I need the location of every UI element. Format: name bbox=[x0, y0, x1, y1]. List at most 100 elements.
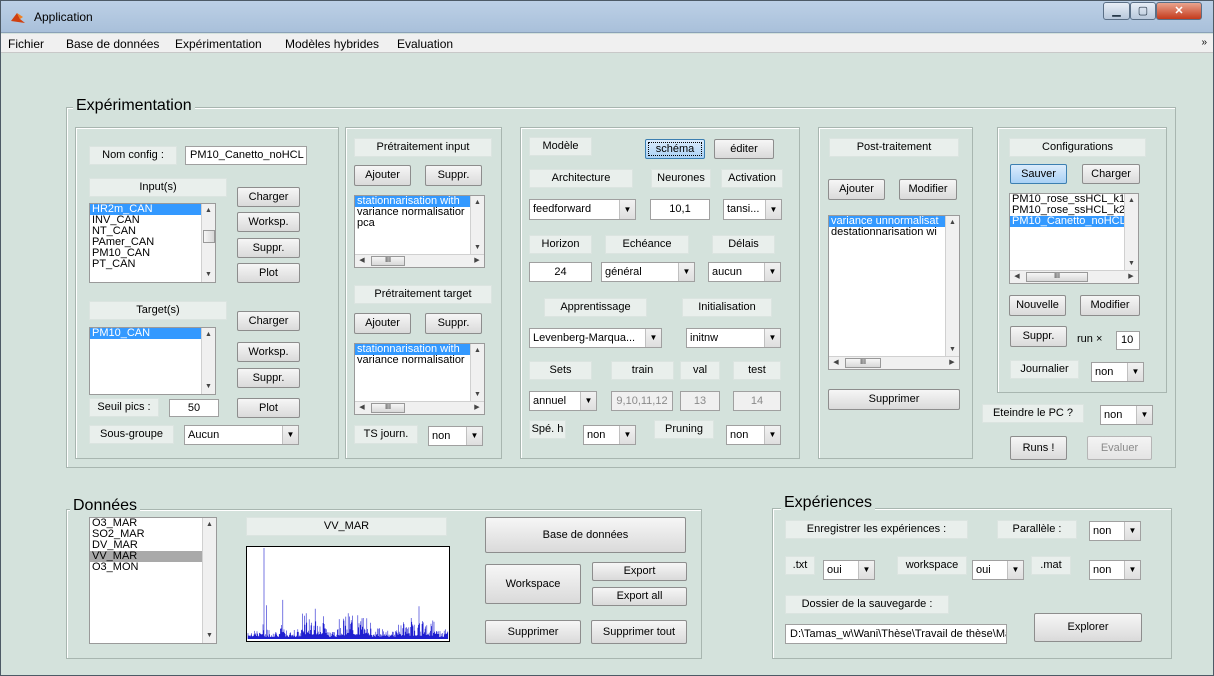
pretraitement-target-listbox[interactable]: stationnarisation with variance normalis… bbox=[354, 343, 485, 415]
scroll-left-icon[interactable]: ◀ bbox=[830, 357, 842, 369]
scroll-down-icon[interactable]: ▼ bbox=[946, 344, 959, 356]
menu-overflow-icon[interactable]: » bbox=[1201, 37, 1207, 48]
pretraitement-input-ajouter-button[interactable]: Ajouter bbox=[354, 165, 411, 186]
scroll-thumb[interactable]: III bbox=[371, 403, 405, 413]
targets-suppr-button[interactable]: Suppr. bbox=[237, 368, 300, 388]
scroll-up-icon[interactable]: ▲ bbox=[946, 217, 959, 229]
val-input[interactable]: 13 bbox=[680, 391, 720, 411]
list-item[interactable]: stationnarisation with bbox=[355, 344, 484, 355]
delais-select[interactable]: aucun ▼ bbox=[708, 262, 781, 282]
parallele-select[interactable]: non ▼ bbox=[1089, 521, 1141, 541]
apprentissage-select[interactable]: Levenberg-Marqua... ▼ bbox=[529, 328, 662, 348]
menu-base-de-donnees[interactable]: Base de données bbox=[66, 37, 159, 51]
inputs-worksp-button[interactable]: Worksp. bbox=[237, 212, 300, 232]
inputs-plot-button[interactable]: Plot bbox=[237, 263, 300, 283]
pretraitement-input-suppr-button[interactable]: Suppr. bbox=[425, 165, 482, 186]
targets-worksp-button[interactable]: Worksp. bbox=[237, 342, 300, 362]
ts-journ-select[interactable]: non ▼ bbox=[428, 426, 483, 446]
scroll-right-icon[interactable]: ▶ bbox=[1125, 271, 1137, 283]
list-item[interactable]: PM10_rose_ssHCL_k1 bbox=[1010, 194, 1138, 205]
scroll-down-icon[interactable]: ▼ bbox=[1125, 258, 1138, 270]
echeance-select[interactable]: général ▼ bbox=[601, 262, 695, 282]
nom-config-input[interactable]: PM10_Canetto_noHCL bbox=[185, 146, 307, 165]
post-ajouter-button[interactable]: Ajouter bbox=[828, 179, 885, 200]
supprimer-tout-button[interactable]: Supprimer tout bbox=[591, 620, 687, 644]
list-item[interactable]: PM10_CAN bbox=[90, 328, 215, 339]
scroll-up-icon[interactable]: ▲ bbox=[471, 345, 484, 357]
scroll-down-icon[interactable]: ▼ bbox=[202, 381, 215, 393]
horizontal-scrollbar[interactable]: ◀ III ▶ bbox=[355, 401, 484, 414]
seuil-pics-input[interactable]: 50 bbox=[169, 399, 219, 417]
vertical-scrollbar[interactable]: ▲ ▼ bbox=[470, 344, 484, 402]
scroll-thumb[interactable] bbox=[203, 230, 215, 243]
configurations-modifier-button[interactable]: Modifier bbox=[1080, 295, 1140, 316]
activation-select[interactable]: tansi... ▼ bbox=[723, 199, 782, 220]
menu-fichier[interactable]: Fichier bbox=[8, 37, 44, 51]
scroll-left-icon[interactable]: ◀ bbox=[356, 402, 368, 414]
schema-button[interactable]: schéma bbox=[645, 139, 705, 159]
maximize-button[interactable]: ▢ bbox=[1130, 2, 1156, 20]
list-item[interactable]: variance unnormalisat bbox=[829, 216, 959, 227]
menu-experimentation[interactable]: Expérimentation bbox=[175, 37, 262, 51]
scroll-thumb[interactable]: III bbox=[371, 256, 405, 266]
horizontal-scrollbar[interactable]: ◀ III ▶ bbox=[355, 254, 484, 267]
list-item[interactable]: stationnarisation with bbox=[355, 196, 484, 207]
scroll-down-icon[interactable]: ▼ bbox=[471, 242, 484, 254]
sauver-button[interactable]: Sauver bbox=[1010, 164, 1067, 184]
list-item[interactable]: pca bbox=[355, 218, 484, 229]
list-item[interactable]: NT_CAN bbox=[90, 226, 215, 237]
scroll-right-icon[interactable]: ▶ bbox=[471, 402, 483, 414]
pruning-select[interactable]: non ▼ bbox=[726, 425, 781, 445]
scroll-left-icon[interactable]: ◀ bbox=[1011, 271, 1023, 283]
scroll-left-icon[interactable]: ◀ bbox=[356, 255, 368, 267]
evaluer-button[interactable]: Evaluer bbox=[1087, 436, 1152, 460]
list-item[interactable]: PM10_rose_ssHCL_k2 bbox=[1010, 205, 1138, 216]
list-item[interactable]: destationnarisation wi bbox=[829, 227, 959, 238]
vertical-scrollbar[interactable]: ▲ ▼ bbox=[1124, 194, 1138, 271]
pretraitement-target-ajouter-button[interactable]: Ajouter bbox=[354, 313, 411, 334]
post-supprimer-button[interactable]: Supprimer bbox=[828, 389, 960, 410]
list-item[interactable]: INV_CAN bbox=[90, 215, 215, 226]
architecture-select[interactable]: feedforward ▼ bbox=[529, 199, 636, 220]
txt-select[interactable]: oui ▼ bbox=[823, 560, 875, 580]
explorer-button[interactable]: Explorer bbox=[1034, 613, 1142, 642]
vertical-scrollbar[interactable]: ▲ ▼ bbox=[470, 196, 484, 255]
configurations-charger-button[interactable]: Charger bbox=[1082, 164, 1140, 184]
list-item[interactable]: VV_MAR bbox=[90, 551, 216, 562]
list-item[interactable]: HR2m_CAN bbox=[90, 204, 215, 215]
mat-select[interactable]: non ▼ bbox=[1089, 560, 1141, 580]
inputs-listbox[interactable]: HR2m_CAN INV_CAN NT_CAN PAmer_CAN PM10_C… bbox=[89, 203, 216, 283]
scroll-thumb[interactable]: III bbox=[845, 358, 881, 368]
export-button[interactable]: Export bbox=[592, 562, 687, 581]
vertical-scrollbar[interactable]: ▲ ▼ bbox=[201, 204, 215, 282]
scroll-up-icon[interactable]: ▲ bbox=[202, 205, 215, 217]
scroll-down-icon[interactable]: ▼ bbox=[471, 389, 484, 401]
editer-button[interactable]: éditer bbox=[714, 139, 774, 159]
configurations-suppr-button[interactable]: Suppr. bbox=[1010, 326, 1067, 347]
vertical-scrollbar[interactable]: ▲ ▼ bbox=[201, 328, 215, 394]
list-item[interactable]: PAmer_CAN bbox=[90, 237, 215, 248]
runs-button[interactable]: Runs ! bbox=[1010, 436, 1067, 460]
workspace-button[interactable]: Workspace bbox=[485, 564, 581, 604]
train-input[interactable]: 9,10,11,12 bbox=[611, 391, 673, 411]
horizontal-scrollbar[interactable]: ◀ III ▶ bbox=[1010, 270, 1138, 283]
menu-modeles-hybrides[interactable]: Modèles hybrides bbox=[285, 37, 379, 51]
horizon-input[interactable]: 24 bbox=[529, 262, 592, 282]
list-item[interactable]: PM10_Canetto_noHCL bbox=[1010, 216, 1138, 227]
list-item[interactable]: variance normalisatior bbox=[355, 207, 484, 218]
scroll-right-icon[interactable]: ▶ bbox=[471, 255, 483, 267]
run-count-input[interactable]: 10 bbox=[1116, 331, 1140, 350]
scroll-up-icon[interactable]: ▲ bbox=[203, 519, 216, 531]
spe-h-select[interactable]: non ▼ bbox=[583, 425, 636, 445]
minimize-button[interactable]: ▁ bbox=[1103, 2, 1130, 20]
vertical-scrollbar[interactable]: ▲ ▼ bbox=[202, 518, 216, 643]
list-item[interactable]: PM10_CAN bbox=[90, 248, 215, 259]
scroll-down-icon[interactable]: ▼ bbox=[203, 630, 216, 642]
inputs-suppr-button[interactable]: Suppr. bbox=[237, 238, 300, 258]
post-traitement-listbox[interactable]: variance unnormalisat destationnarisatio… bbox=[828, 215, 960, 370]
list-item[interactable]: PT_CAN bbox=[90, 259, 215, 270]
targets-listbox[interactable]: PM10_CAN ▲ ▼ bbox=[89, 327, 216, 395]
workspace-select[interactable]: oui ▼ bbox=[972, 560, 1024, 580]
scroll-right-icon[interactable]: ▶ bbox=[946, 357, 958, 369]
close-button[interactable]: ✕ bbox=[1156, 2, 1202, 20]
